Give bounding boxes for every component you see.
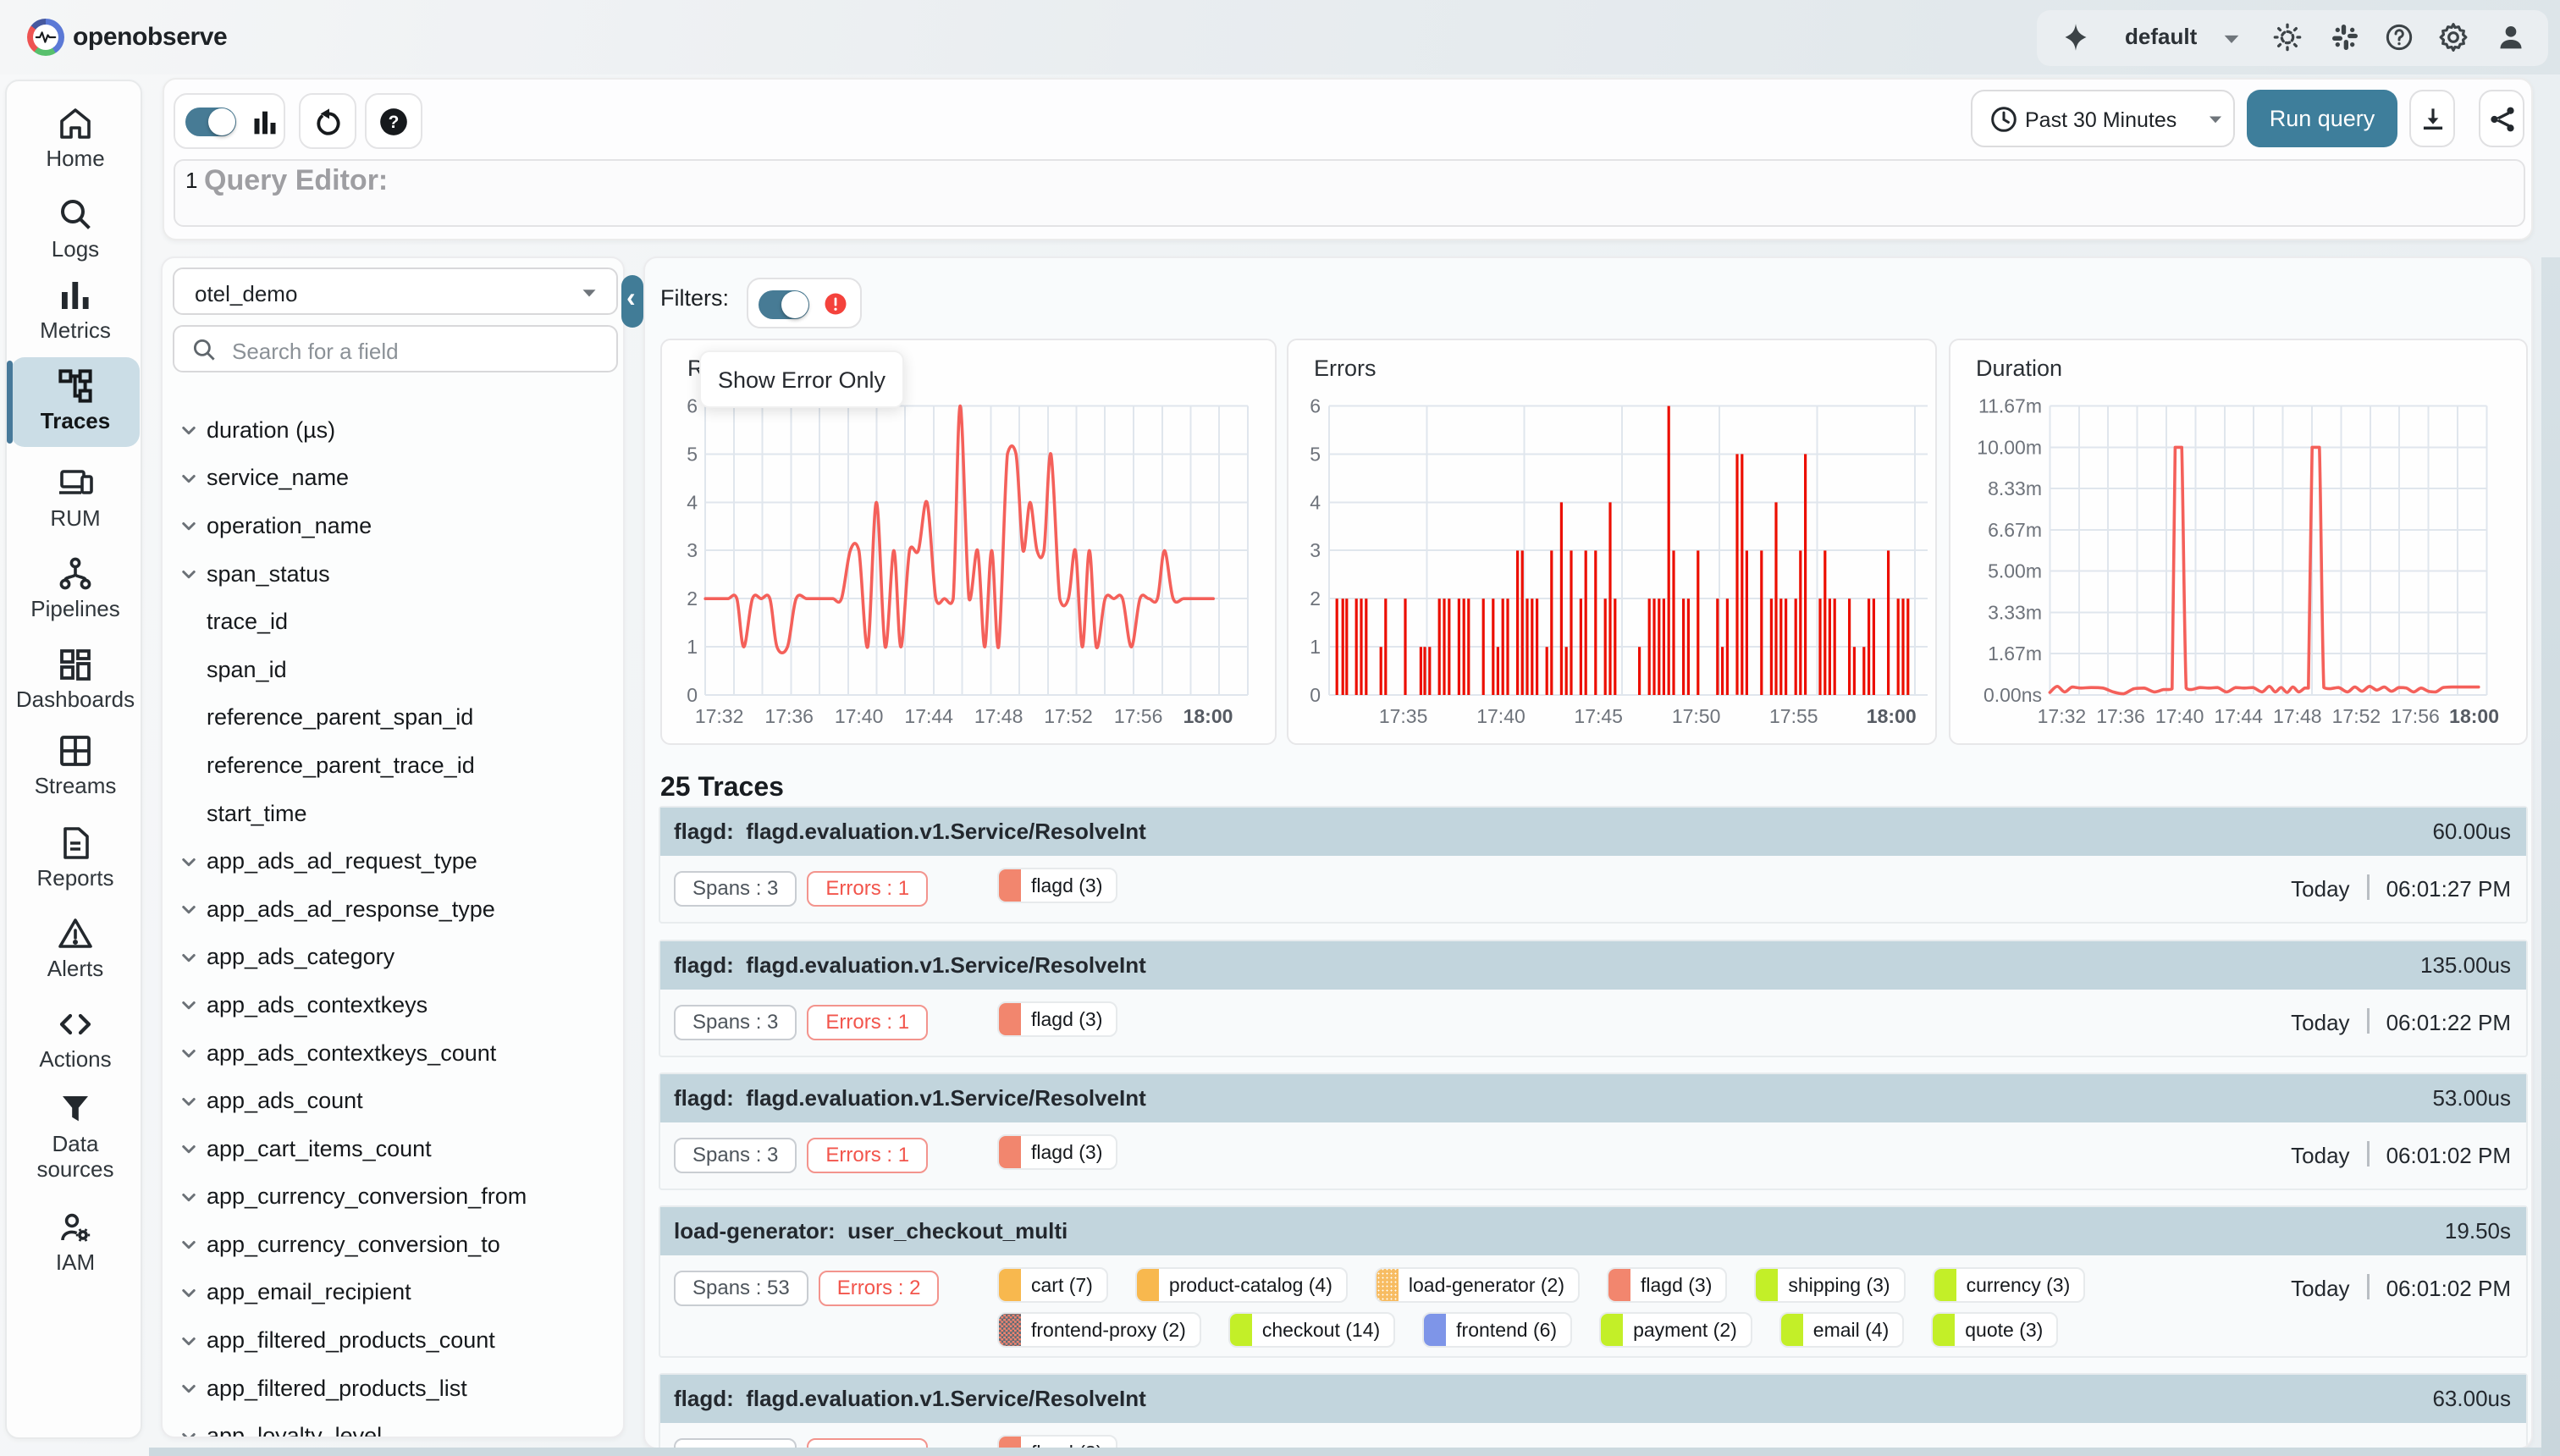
svg-text:17:48: 17:48 [2273, 705, 2322, 727]
svg-text:6: 6 [1310, 395, 1321, 417]
svg-text:3: 3 [687, 539, 698, 561]
svg-text:17:48: 17:48 [974, 705, 1023, 727]
svg-text:17:36: 17:36 [2096, 705, 2145, 727]
svg-text:8.33m: 8.33m [1988, 477, 2042, 499]
svg-text:17:32: 17:32 [2038, 705, 2087, 727]
svg-text:17:35: 17:35 [1379, 705, 1428, 727]
svg-text:5.00m: 5.00m [1988, 560, 2042, 582]
svg-text:17:32: 17:32 [695, 705, 744, 727]
svg-text:18:00: 18:00 [1183, 705, 1233, 727]
svg-text:1.67m: 1.67m [1988, 643, 2042, 665]
svg-text:5: 5 [1310, 443, 1321, 465]
svg-text:17:56: 17:56 [2391, 705, 2440, 727]
svg-text:17:45: 17:45 [1574, 705, 1623, 727]
svg-text:17:52: 17:52 [2332, 705, 2381, 727]
svg-text:0.00ns: 0.00ns [1983, 684, 2042, 706]
svg-text:4: 4 [1310, 491, 1321, 513]
svg-text:17:40: 17:40 [835, 705, 884, 727]
svg-text:17:36: 17:36 [764, 705, 814, 727]
svg-text:18:00: 18:00 [1867, 705, 1917, 727]
svg-text:0: 0 [687, 684, 698, 706]
svg-text:17:44: 17:44 [904, 705, 953, 727]
svg-text:10.00m: 10.00m [1977, 436, 2042, 458]
svg-text:0: 0 [1310, 684, 1321, 706]
svg-text:11.67m: 11.67m [1978, 395, 2042, 417]
svg-text:18:00: 18:00 [2449, 705, 2499, 727]
svg-text:3.33m: 3.33m [1988, 601, 2042, 623]
svg-text:1: 1 [687, 636, 698, 658]
svg-text:6.67m: 6.67m [1988, 519, 2042, 541]
svg-text:17:56: 17:56 [1114, 705, 1163, 727]
svg-text:4: 4 [687, 491, 698, 513]
svg-text:17:55: 17:55 [1769, 705, 1818, 727]
svg-text:1: 1 [1310, 636, 1321, 658]
svg-text:2: 2 [687, 587, 698, 609]
svg-text:17:40: 17:40 [2155, 705, 2204, 727]
svg-text:17:44: 17:44 [2214, 705, 2263, 727]
svg-text:17:50: 17:50 [1672, 705, 1721, 727]
svg-text:5: 5 [687, 443, 698, 465]
svg-text:3: 3 [1310, 539, 1321, 561]
svg-text:6: 6 [687, 395, 698, 417]
svg-text:?: ? [389, 113, 400, 132]
svg-text:2: 2 [1310, 587, 1321, 609]
svg-text:17:40: 17:40 [1476, 705, 1526, 727]
svg-text:17:52: 17:52 [1044, 705, 1093, 727]
